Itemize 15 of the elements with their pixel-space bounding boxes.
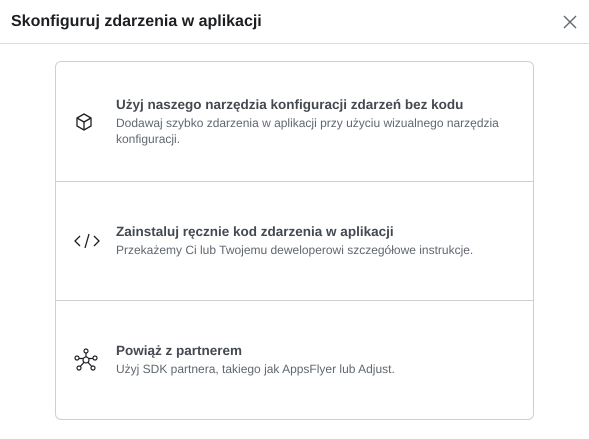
option-item[interactable]: Powiąż z partnerem Użyj SDK partnera, takiego jak AppsFlyer lub Adjust.	[56, 300, 533, 419]
dialog-title: Skonfiguruj zdarzenia w aplikacji	[11, 12, 262, 30]
option-title: Użyj naszego narzędzia konfiguracji zdarzeń bez kodu	[116, 96, 464, 112]
option-item[interactable]: Zainstaluj ręcznie kod zdarzenia w aplikacji Przekażemy Ci lub Twojemu deweloperowi szczegółowe instrukcje.	[56, 181, 533, 300]
option-item[interactable]: Użyj naszego narzędzia konfiguracji zdarzeń bez kodu Dodawaj szybko zdarzenia w aplikacji przy użyciu wizualnego narzędzia konfiguracji.	[56, 62, 533, 181]
option-description: Przekażemy Ci lub Twojemu deweloperowi szczegółowe instrukcje.	[116, 242, 474, 258]
option-title: Zainstaluj ręcznie kod zdarzenia w aplikacji	[116, 224, 395, 239]
option-description: Użyj SDK partnera, takiego jak AppsFlyer lub Adjust.	[116, 361, 395, 377]
close-icon	[563, 14, 577, 28]
close-button[interactable]	[561, 12, 579, 30]
code-icon	[74, 233, 100, 249]
cube-icon	[74, 112, 94, 132]
option-description: Dodawaj szybko zdarzenia w aplikacji przy użyciu wizualnego narzędzia konfiguracji.	[116, 114, 500, 146]
option-title: Powiąż z partnerem	[116, 343, 244, 358]
network-icon	[74, 348, 98, 372]
